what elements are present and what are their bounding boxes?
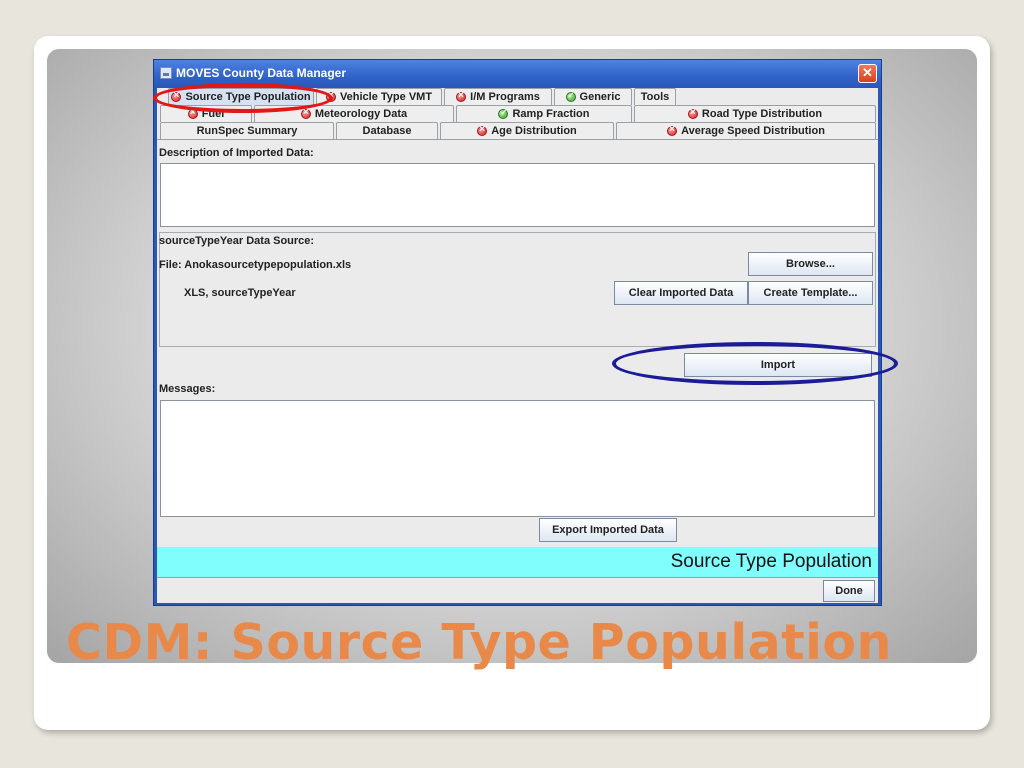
clear-imported-data-button[interactable]: Clear Imported Data	[614, 281, 748, 305]
tab-label: Ramp Fraction	[512, 108, 590, 120]
done-button[interactable]: Done	[823, 580, 875, 602]
messages-textarea[interactable]	[160, 400, 875, 517]
error-icon	[687, 107, 698, 119]
highlight-oval-import-button	[612, 342, 898, 385]
tab-label: Vehicle Type VMT	[339, 91, 433, 103]
tab-label: Average Speed Distribution	[681, 125, 825, 137]
tab-divider	[157, 139, 878, 140]
tab-label: Age Distribution	[491, 125, 577, 137]
error-icon	[477, 124, 488, 136]
tab-label: Database	[362, 125, 412, 137]
window-title: MOVES County Data Manager	[176, 66, 347, 80]
error-icon	[456, 90, 467, 102]
close-icon[interactable]: ✕	[858, 64, 877, 83]
messages-label: Messages:	[159, 383, 216, 395]
tab-runspec-summary[interactable]: RunSpec Summary	[160, 122, 334, 139]
description-textarea[interactable]	[160, 163, 875, 227]
tab-database[interactable]: Database	[336, 122, 438, 139]
tab-label: Meteorology Data	[314, 108, 408, 120]
tab-average-speed-distribution[interactable]: Average Speed Distribution	[616, 122, 876, 139]
format-text: XLS, sourceTypeYear	[184, 287, 296, 299]
tab-label: Road Type Distribution	[701, 108, 823, 120]
error-icon	[300, 107, 311, 119]
tab-ramp-fraction[interactable]: Ramp Fraction	[456, 105, 632, 122]
tab-label: Tools	[640, 91, 670, 103]
status-divider	[157, 577, 878, 578]
description-label: Description of Imported Data:	[159, 147, 314, 159]
file-name-text: File: Anokasourcetypepopulation.xls	[159, 259, 352, 271]
tab-generic[interactable]: Generic	[554, 88, 632, 105]
tab-label: Generic	[579, 91, 621, 103]
tab-tools[interactable]: Tools	[634, 88, 676, 105]
tab-age-distribution[interactable]: Age Distribution	[440, 122, 614, 139]
create-template-button[interactable]: Create Template...	[748, 281, 873, 305]
slide-title: CDM: Source Type Population	[66, 614, 892, 671]
java-app-icon	[160, 67, 172, 79]
current-tab-banner: Source Type Population	[157, 547, 878, 577]
tab-vehicle-type-vmt[interactable]: Vehicle Type VMT	[316, 88, 442, 105]
tab-label: RunSpec Summary	[196, 125, 298, 137]
highlight-oval-source-type-tab	[153, 83, 333, 113]
browse-button[interactable]: Browse...	[748, 252, 873, 276]
data-source-label: sourceTypeYear Data Source:	[159, 235, 315, 247]
error-icon	[667, 124, 678, 136]
county-data-manager-window: MOVES County Data Manager ✕ Source Type …	[153, 59, 882, 606]
tab-im-programs[interactable]: I/M Programs	[444, 88, 552, 105]
ok-icon	[565, 91, 576, 102]
tab-road-type-distribution[interactable]: Road Type Distribution	[634, 105, 876, 122]
tab-label: I/M Programs	[470, 91, 540, 103]
export-imported-data-button[interactable]: Export Imported Data	[539, 518, 677, 542]
ok-icon	[498, 108, 509, 119]
